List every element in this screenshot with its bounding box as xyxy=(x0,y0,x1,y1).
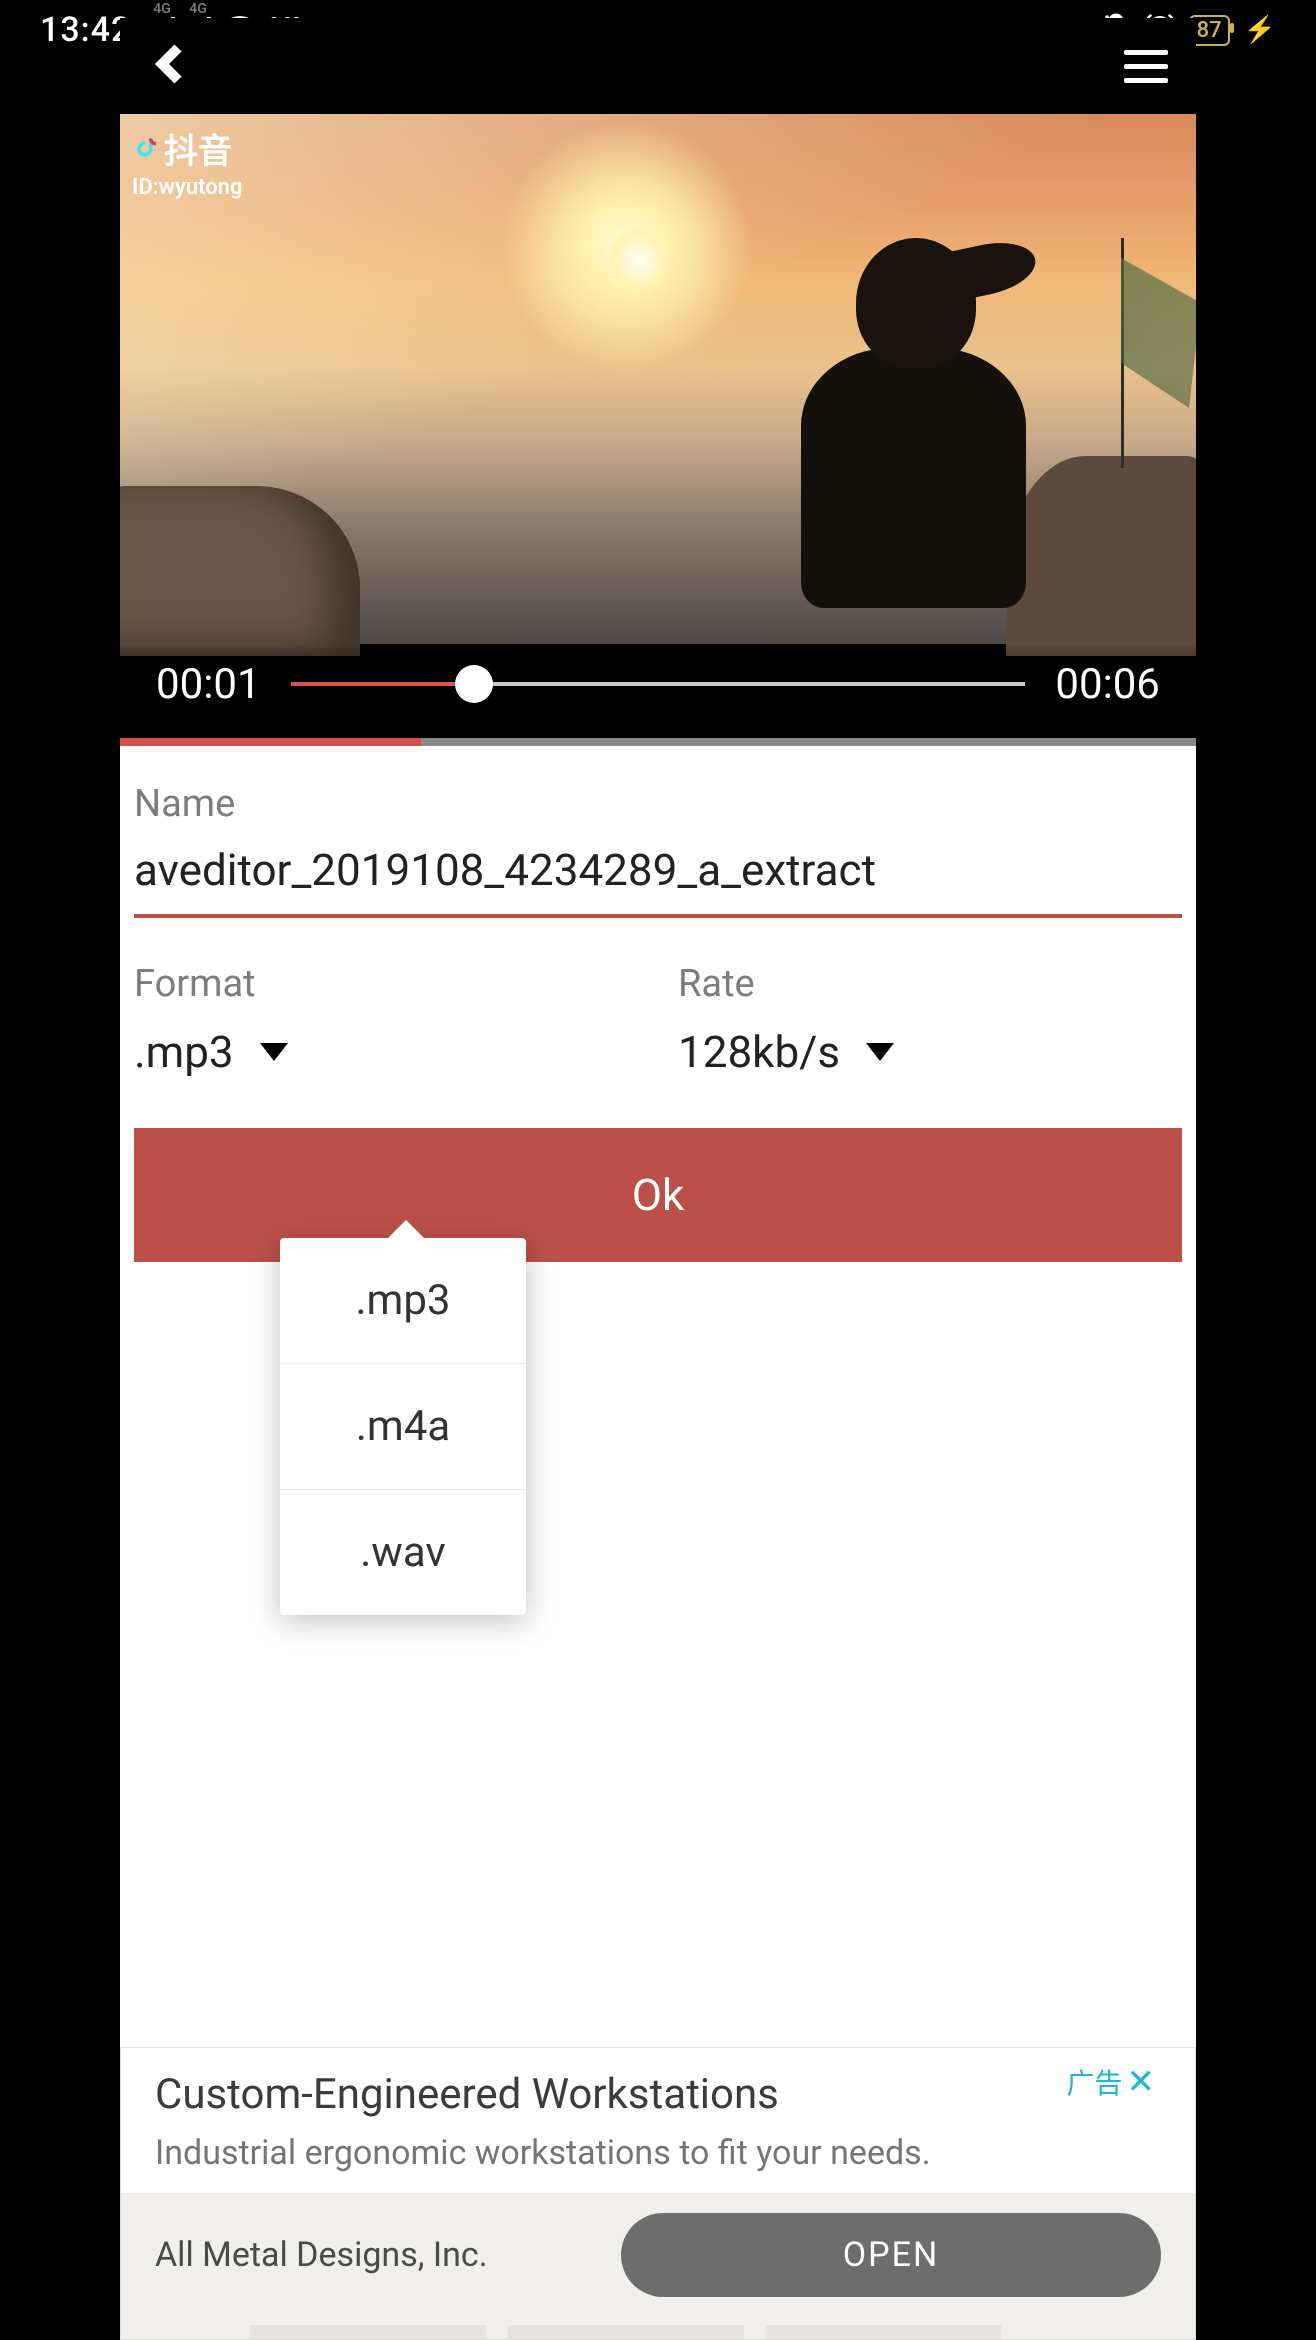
douyin-user-id: ID:wyutong xyxy=(132,175,242,200)
ad-tag: 广告 ✕ xyxy=(1066,2062,1155,2102)
caret-down-icon xyxy=(866,1043,894,1061)
format-label: Format xyxy=(134,962,638,1006)
rate-value: 128kb/s xyxy=(678,1026,840,1078)
playback-controls: 00:01 00:06 xyxy=(120,644,1196,724)
ad-title: Custom-Engineered Workstations xyxy=(155,2070,1161,2119)
caret-down-icon xyxy=(260,1043,288,1061)
video-thumbnail-rocks xyxy=(120,486,360,656)
format-dropdown: .mp3.m4a.wav xyxy=(280,1238,526,1615)
ad-close-icon[interactable]: ✕ xyxy=(1127,2068,1156,2096)
rate-select[interactable]: 128kb/s xyxy=(678,1026,1182,1078)
ad-subtitle: Industrial ergonomic workstations to fit… xyxy=(155,2133,1161,2173)
ad-tabs-placeholder xyxy=(121,2325,1195,2339)
status-time: 13:42 xyxy=(40,10,131,50)
app-frame: 抖音 ID:wyutong 00:01 00:06 Name Format .m… xyxy=(120,18,1196,2340)
load-progress-bar xyxy=(120,738,1196,746)
playback-seekbar[interactable] xyxy=(291,682,1026,686)
menu-button[interactable] xyxy=(1124,50,1168,83)
douyin-app-name: 抖音 xyxy=(164,124,232,173)
video-thumbnail-net xyxy=(1066,238,1186,468)
back-button[interactable] xyxy=(148,40,196,92)
video-preview[interactable]: 抖音 ID:wyutong 00:01 00:06 xyxy=(120,18,1196,746)
format-option[interactable]: .mp3 xyxy=(280,1238,526,1363)
export-form: Name Format .mp3 Rate 128kb/s Ok xyxy=(120,746,1196,1262)
charging-icon: ⚡ xyxy=(1244,15,1276,45)
video-thumbnail-person xyxy=(766,208,1026,588)
video-thumbnail-rocks xyxy=(1006,456,1196,656)
seekbar-knob[interactable] xyxy=(455,665,493,703)
ad-company: All Metal Designs, Inc. xyxy=(155,2235,488,2275)
douyin-watermark: 抖音 ID:wyutong xyxy=(132,124,242,200)
rate-label: Rate xyxy=(678,962,1182,1006)
format-value: .mp3 xyxy=(134,1026,234,1078)
format-select[interactable]: .mp3 xyxy=(134,1026,638,1078)
ad-open-button[interactable]: OPEN xyxy=(621,2213,1161,2297)
format-option[interactable]: .m4a xyxy=(280,1363,526,1489)
name-label: Name xyxy=(134,782,1182,826)
name-input[interactable] xyxy=(134,844,1182,918)
format-option[interactable]: .wav xyxy=(280,1489,526,1615)
playback-duration: 00:06 xyxy=(1055,660,1160,709)
ad-banner[interactable]: 广告 ✕ Custom-Engineered Workstations Indu… xyxy=(120,2047,1196,2340)
douyin-logo-icon xyxy=(132,135,160,163)
playback-current-time: 00:01 xyxy=(156,660,261,709)
